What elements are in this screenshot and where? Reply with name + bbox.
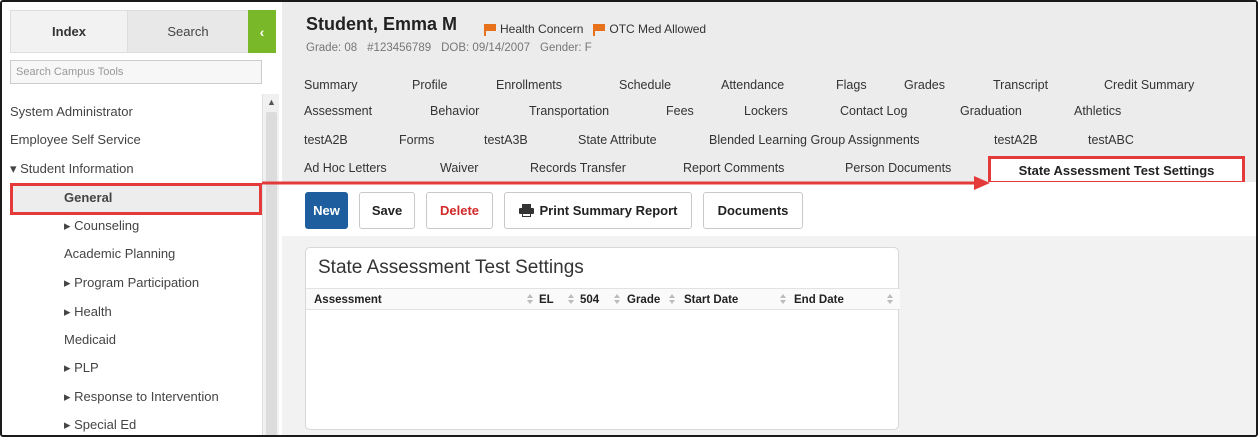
tab-report-comments[interactable]: Report Comments bbox=[683, 161, 784, 175]
sort-icon[interactable] bbox=[780, 294, 786, 306]
student-header: Student, Emma M Health Concern OTC Med A… bbox=[282, 2, 1256, 184]
sidebar-item-health[interactable]: ▸ Health bbox=[64, 298, 112, 326]
sidebar-item-response-to-intervention[interactable]: ▸ Response to Intervention bbox=[64, 383, 219, 411]
column-start-date[interactable]: Start Date bbox=[684, 289, 738, 311]
sidebar-item-program-participation[interactable]: ▸ Program Participation bbox=[64, 269, 199, 297]
student-demographics: Grade: 08 #123456789 DOB: 09/14/2007 Gen… bbox=[306, 42, 592, 54]
panel-title: State Assessment Test Settings bbox=[318, 257, 584, 278]
tab-credit-summary[interactable]: Credit Summary bbox=[1104, 78, 1194, 92]
tab-records-transfer[interactable]: Records Transfer bbox=[530, 161, 626, 175]
tab-ad-hoc-letters[interactable]: Ad Hoc Letters bbox=[304, 161, 387, 175]
collapse-sidebar-button[interactable]: ‹ bbox=[248, 10, 276, 53]
tab-attendance[interactable]: Attendance bbox=[721, 78, 784, 92]
tab-testabc[interactable]: testABC bbox=[1088, 133, 1134, 147]
column-end-date[interactable]: End Date bbox=[794, 289, 844, 311]
nav-row-2: Assessment Behavior Transportation Fees … bbox=[282, 100, 1256, 124]
sidebar-item-academic-planning[interactable]: Academic Planning bbox=[64, 240, 175, 268]
tab-testa2b[interactable]: testA2B bbox=[304, 133, 348, 147]
student-grade: Grade: 08 bbox=[306, 42, 358, 54]
sidebar-item-employee-self-service[interactable]: Employee Self Service bbox=[10, 126, 141, 154]
sort-icon[interactable] bbox=[568, 294, 574, 306]
tab-schedule[interactable]: Schedule bbox=[619, 78, 671, 92]
new-button[interactable]: New bbox=[305, 192, 348, 229]
tab-testa3b[interactable]: testA3B bbox=[484, 133, 528, 147]
tab-lockers[interactable]: Lockers bbox=[744, 104, 788, 118]
grid-header: Assessment EL 504 Grade Start Date End D… bbox=[306, 288, 900, 310]
annotation-highlight-general bbox=[10, 183, 262, 215]
column-grade[interactable]: Grade bbox=[627, 289, 660, 311]
scroll-up-icon[interactable]: ▲ bbox=[263, 94, 280, 110]
student-id: #123456789 bbox=[367, 42, 432, 54]
tab-profile[interactable]: Profile bbox=[412, 78, 447, 92]
sidebar-scrollbar[interactable]: ▲ bbox=[262, 94, 280, 435]
tab-person-documents[interactable]: Person Documents bbox=[845, 161, 951, 175]
flag-label: Health Concern bbox=[500, 22, 584, 36]
printer-icon bbox=[518, 204, 534, 217]
nav-row-3: testA2B Forms testA3B State Attribute Bl… bbox=[282, 129, 1256, 153]
flag-otc-med-allowed[interactable]: OTC Med Allowed bbox=[593, 22, 706, 36]
sort-icon[interactable] bbox=[527, 294, 533, 306]
sidebar-item-system-administrator[interactable]: System Administrator bbox=[10, 98, 133, 126]
tab-waiver[interactable]: Waiver bbox=[440, 161, 478, 175]
tab-fees[interactable]: Fees bbox=[666, 104, 694, 118]
search-campus-tools-input[interactable] bbox=[10, 60, 262, 84]
tab-transcript[interactable]: Transcript bbox=[993, 78, 1048, 92]
tab-index[interactable]: Index bbox=[10, 10, 128, 53]
tab-assessment[interactable]: Assessment bbox=[304, 104, 372, 118]
tab-flags[interactable]: Flags bbox=[836, 78, 867, 92]
tab-summary[interactable]: Summary bbox=[304, 78, 357, 92]
sidebar-item-plp[interactable]: ▸ PLP bbox=[64, 354, 99, 382]
documents-button[interactable]: Documents bbox=[703, 192, 803, 229]
sidebar-item-special-ed[interactable]: ▸ Special Ed bbox=[64, 411, 136, 435]
sort-icon[interactable] bbox=[669, 294, 675, 306]
tab-athletics[interactable]: Athletics bbox=[1074, 104, 1121, 118]
tab-forms[interactable]: Forms bbox=[399, 133, 434, 147]
flag-health-concern[interactable]: Health Concern bbox=[484, 22, 583, 36]
tab-search[interactable]: Search bbox=[128, 10, 248, 53]
scrollbar-thumb[interactable] bbox=[266, 112, 277, 435]
flag-label: OTC Med Allowed bbox=[609, 22, 707, 36]
save-button[interactable]: Save bbox=[359, 192, 415, 229]
tab-behavior[interactable]: Behavior bbox=[430, 104, 479, 118]
tab-state-attribute[interactable]: State Attribute bbox=[578, 133, 657, 147]
student-flags: Health Concern OTC Med Allowed bbox=[484, 22, 706, 36]
sidebar-item-counseling[interactable]: ▸ Counseling bbox=[64, 212, 139, 240]
tab-enrollments[interactable]: Enrollments bbox=[496, 78, 562, 92]
tab-state-assessment-test-settings[interactable]: State Assessment Test Settings bbox=[988, 156, 1245, 184]
flag-icon bbox=[593, 23, 606, 36]
app-window: Index Search ‹ System Administrator Empl… bbox=[0, 0, 1258, 437]
sidebar-item-medicaid[interactable]: Medicaid bbox=[64, 326, 116, 354]
delete-button[interactable]: Delete bbox=[426, 192, 493, 229]
tab-contact-log[interactable]: Contact Log bbox=[840, 104, 907, 118]
tab-graduation[interactable]: Graduation bbox=[960, 104, 1022, 118]
student-dob: DOB: 09/14/2007 bbox=[441, 42, 530, 54]
print-summary-report-label: Print Summary Report bbox=[539, 203, 678, 218]
flag-icon bbox=[484, 23, 496, 36]
sidebar-item-student-information[interactable]: ▾ Student Information bbox=[10, 155, 134, 183]
tab-grades[interactable]: Grades bbox=[904, 78, 945, 92]
nav-row-1: Summary Profile Enrollments Schedule Att… bbox=[282, 74, 1256, 98]
sort-icon[interactable] bbox=[614, 294, 620, 306]
tab-transportation[interactable]: Transportation bbox=[529, 104, 609, 118]
state-assessment-panel: State Assessment Test Settings Assessmen… bbox=[305, 247, 900, 430]
print-summary-report-button[interactable]: Print Summary Report bbox=[504, 192, 692, 229]
student-name: Student, Emma M bbox=[306, 14, 458, 34]
column-assessment[interactable]: Assessment bbox=[314, 289, 382, 311]
tab-testa2b-2[interactable]: testA2B bbox=[994, 133, 1038, 147]
sort-icon[interactable] bbox=[887, 294, 893, 306]
main-content: Student, Emma M Health Concern OTC Med A… bbox=[282, 2, 1256, 435]
tab-blended-learning-group-assignments[interactable]: Blended Learning Group Assignments bbox=[709, 133, 920, 147]
column-504[interactable]: 504 bbox=[580, 289, 599, 311]
annotation-arrow bbox=[262, 176, 990, 190]
sidebar: Index Search ‹ System Administrator Empl… bbox=[2, 2, 280, 435]
column-el[interactable]: EL bbox=[539, 289, 554, 311]
student-gender: Gender: F bbox=[540, 42, 592, 54]
sidebar-tabs: Index Search ‹ bbox=[10, 10, 276, 53]
